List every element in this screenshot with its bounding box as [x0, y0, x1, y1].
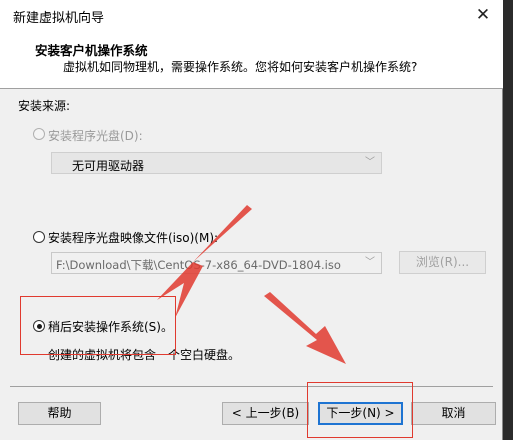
- arrow-to-install-later: [157, 205, 252, 318]
- arrow-to-next-button: [264, 292, 346, 364]
- annotation-arrows: [157, 205, 346, 364]
